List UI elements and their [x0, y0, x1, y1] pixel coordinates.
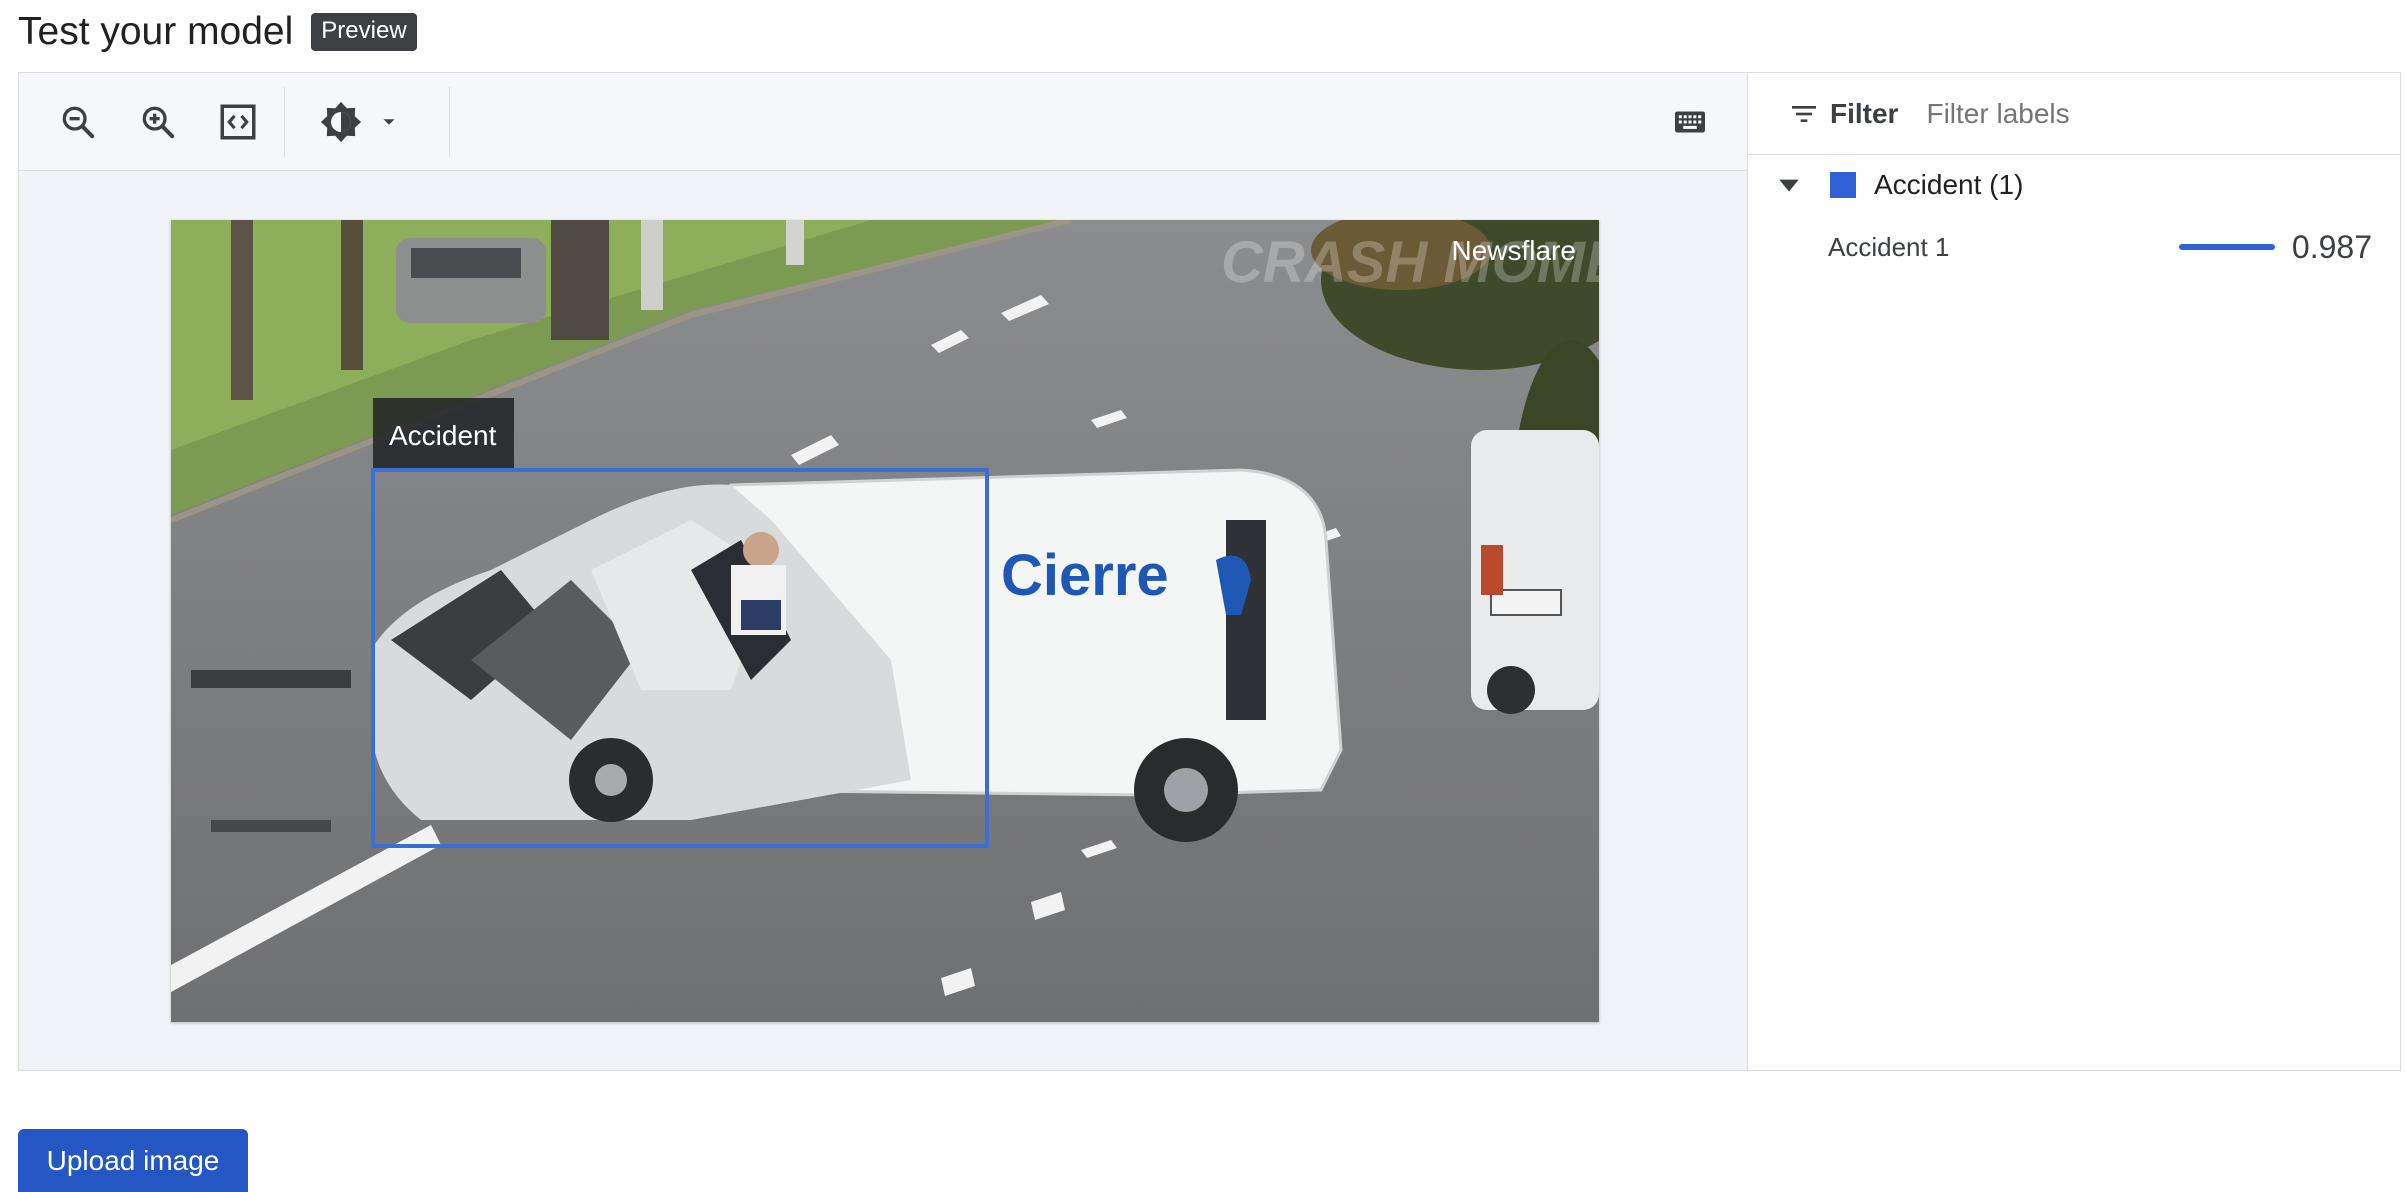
- bbox-label: Accident: [389, 420, 497, 451]
- page-title: Test your model: [18, 10, 294, 53]
- collapse-triangle-icon[interactable]: [1776, 172, 1802, 198]
- watermark-text: Newsflare: [1452, 235, 1576, 266]
- label-color-swatch: [1830, 172, 1856, 198]
- test-image: Cierre CRASH MOM Newsflare Accident: [171, 220, 1599, 1022]
- label-item-name: Accident 1: [1828, 231, 1950, 262]
- zoom-in-button[interactable]: [134, 98, 182, 146]
- viewer-toolbar: [19, 73, 1747, 171]
- toolbar-divider: [449, 87, 450, 157]
- upload-image-button[interactable]: Upload image: [18, 1129, 248, 1192]
- van-brand-text: Cierre: [1001, 543, 1169, 608]
- filter-icon: [1792, 105, 1816, 122]
- filter-bar: Filter: [1748, 73, 2400, 155]
- fit-to-screen-icon: [220, 104, 256, 140]
- confidence-score: 0.987: [2291, 228, 2372, 265]
- label-group-accident[interactable]: Accident (1): [1748, 154, 2400, 216]
- image-viewer: Cierre CRASH MOM Newsflare Accident: [19, 73, 1748, 1070]
- confidence-bar: [2179, 244, 2275, 250]
- filter-input[interactable]: [1924, 96, 2359, 131]
- keyboard-shortcuts-button[interactable]: [1666, 98, 1714, 146]
- preview-badge: Preview: [311, 13, 417, 51]
- zoom-out-icon: [62, 106, 95, 139]
- image-canvas[interactable]: Cierre CRASH MOM Newsflare Accident: [19, 171, 1747, 1070]
- page-header: Test your model Preview: [18, 8, 417, 56]
- filter-label: Filter: [1830, 97, 1899, 129]
- zoom-in-icon: [142, 106, 175, 139]
- model-test-panel: Cierre CRASH MOM Newsflare Accident Filt…: [18, 72, 2401, 1071]
- fit-to-screen-button[interactable]: [214, 98, 262, 146]
- brightness-icon: [320, 101, 362, 143]
- brightness-button[interactable]: [314, 98, 404, 146]
- dropdown-arrow-icon: [383, 119, 395, 125]
- label-item-accident-1[interactable]: Accident 1 0.987: [1748, 216, 2400, 278]
- zoom-out-button[interactable]: [54, 98, 102, 146]
- keyboard-icon: [1675, 111, 1705, 133]
- labels-panel: Filter Accident (1) Accident 1 0.987: [1748, 73, 2400, 1070]
- accident-photo: Cierre CRASH MOM Newsflare Accident: [171, 220, 1599, 1022]
- label-group-name: Accident (1): [1874, 169, 2024, 200]
- toolbar-divider: [284, 87, 285, 157]
